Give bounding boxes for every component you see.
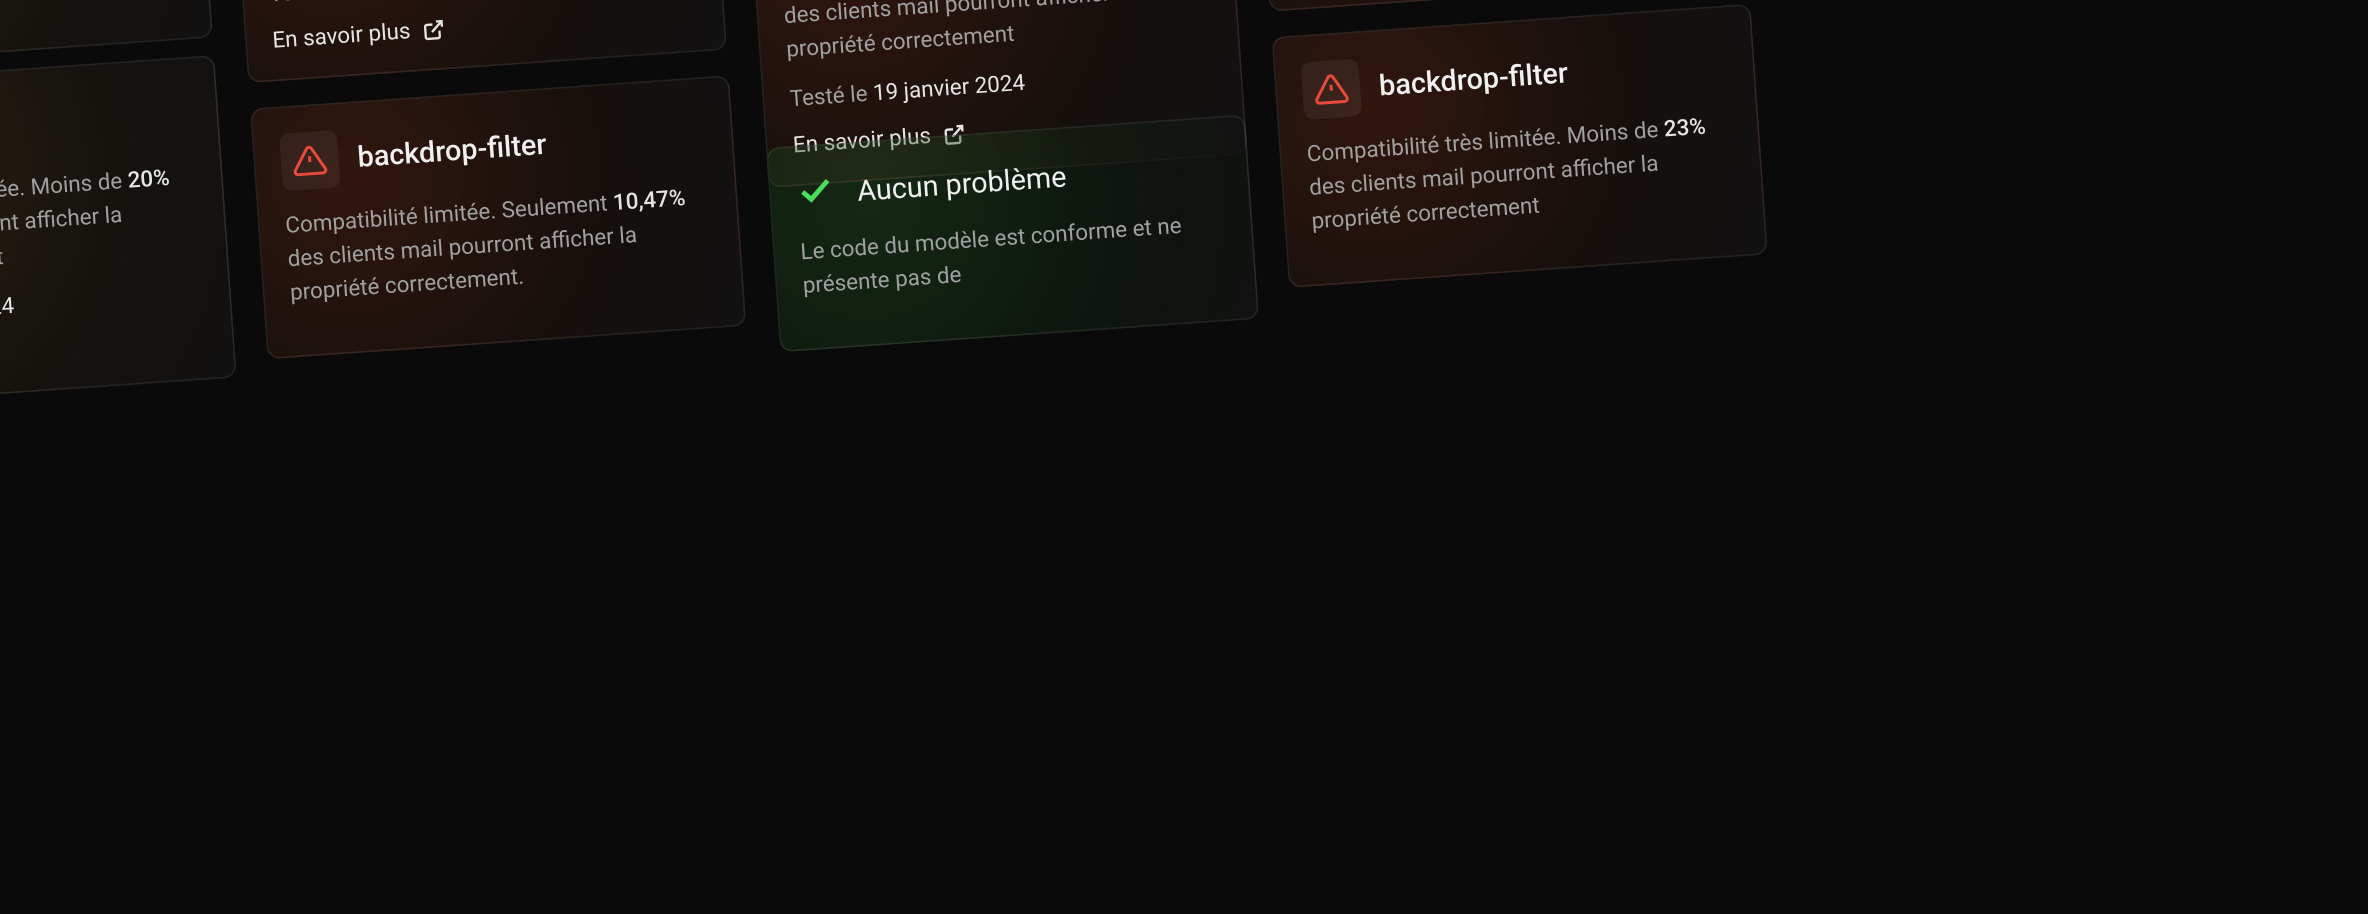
property-title: backdrop-filter: [356, 127, 547, 174]
ok-desc: Le code du modèle est conforme et ne pré…: [799, 207, 1228, 304]
external-link-icon: [422, 18, 446, 42]
compat-card: Compatibilité limitée. Seulement 47% des…: [231, 0, 727, 83]
property-title: backdrop-filter: [1378, 56, 1569, 103]
compat-desc: Compatibilité très limitée. Moins de 20%…: [781, 0, 1213, 68]
compat-card: backdrop-filter Compatibilité très limit…: [1271, 4, 1767, 288]
warning-icon: [279, 130, 340, 191]
compat-card: backdrop-filter Compatibilité limitée. S…: [250, 75, 746, 359]
check-icon: [795, 171, 836, 218]
compat-desc: Compatibilité très limitée. Moins de 23%…: [1306, 109, 1738, 239]
learn-more-link[interactable]: En savoir plus: [272, 16, 447, 54]
compat-desc: Compatibilité très limitée. Moins de 20%…: [0, 161, 201, 291]
tested-line: Testé le 21 mars 2024: [268, 0, 694, 8]
tested-line: Testé le 19 janvier 2024: [0, 280, 204, 335]
compat-card: opacity Compatibilité très limitée. Moin…: [0, 55, 237, 411]
ok-card: Aucun problème Le code du modèle est con…: [766, 115, 1259, 353]
compat-desc: Compatibilité limitée. Seulement 10,47% …: [284, 181, 716, 311]
ok-title: Aucun problème: [856, 160, 1067, 208]
warning-icon: [1301, 58, 1362, 119]
tested-line: Testé le 19 janvier 2024: [789, 57, 1215, 112]
